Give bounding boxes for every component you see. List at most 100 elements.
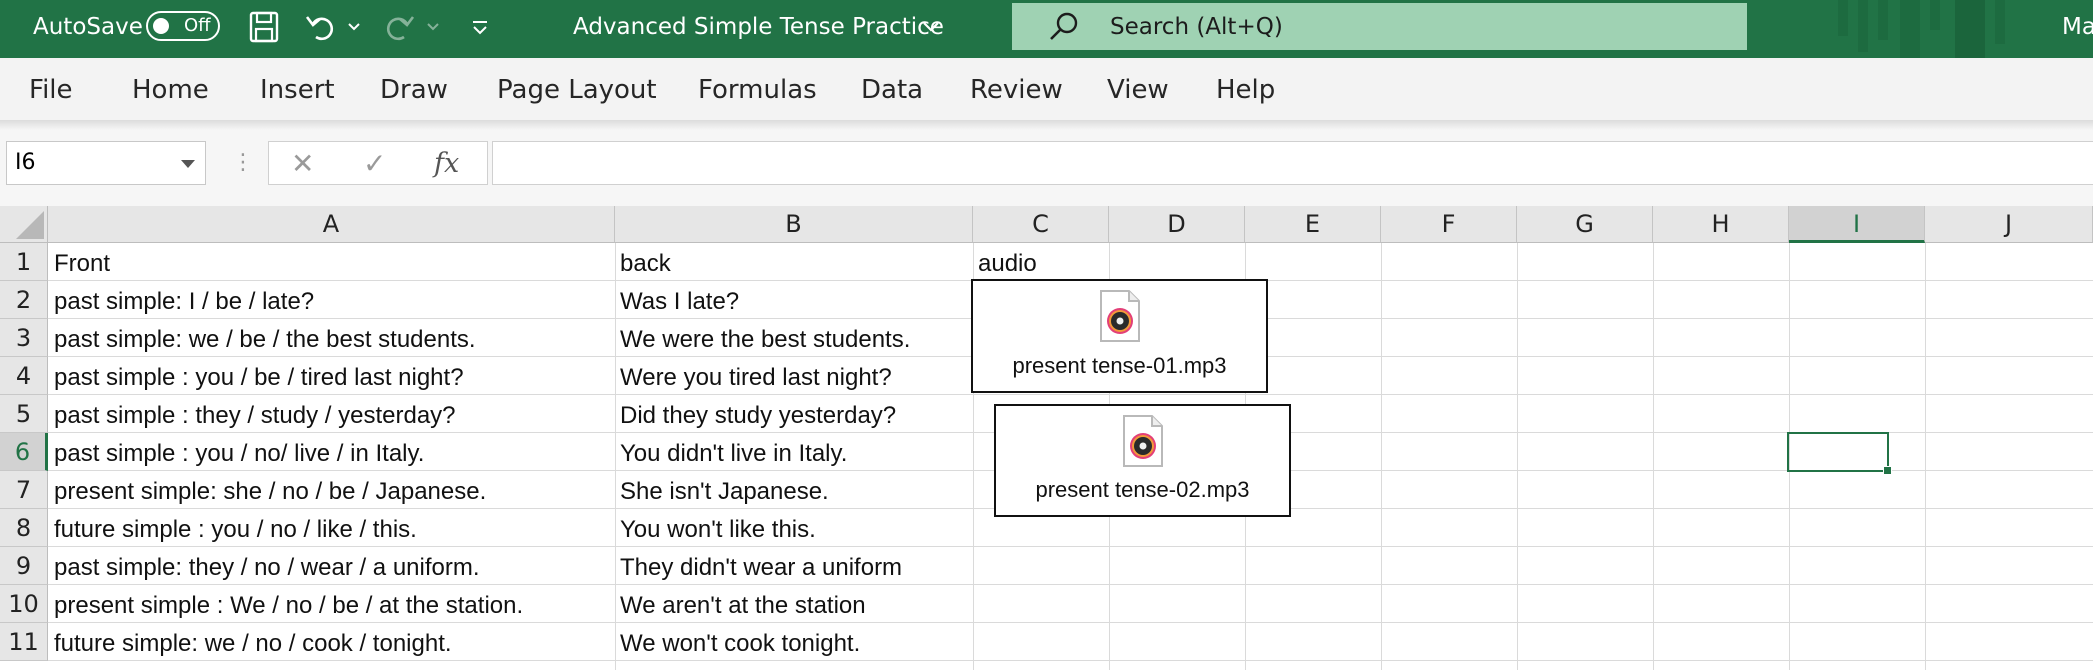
row-header[interactable]: 11 bbox=[0, 623, 48, 661]
corner-triangle-icon bbox=[16, 211, 44, 239]
gridline bbox=[1381, 243, 1382, 670]
autosave-state: Off bbox=[184, 15, 211, 36]
autosave-toggle[interactable]: Off bbox=[146, 11, 220, 41]
tab-data[interactable]: Data bbox=[861, 74, 923, 106]
save-icon[interactable] bbox=[246, 10, 282, 44]
tab-page-layout[interactable]: Page Layout bbox=[497, 74, 657, 106]
column-header-d[interactable]: D bbox=[1109, 206, 1245, 243]
cell-b8[interactable]: You won't like this. bbox=[620, 511, 816, 549]
decor-bar bbox=[1878, 0, 1888, 40]
column-header-f[interactable]: F bbox=[1381, 206, 1517, 243]
user-name[interactable]: Ma bbox=[2062, 13, 2093, 41]
cell-a11[interactable]: future simple: we / no / cook / tonight. bbox=[54, 625, 452, 663]
select-all-corner[interactable] bbox=[0, 206, 48, 243]
column-header-j[interactable]: J bbox=[1925, 206, 2093, 243]
search-placeholder: Search (Alt+Q) bbox=[1110, 14, 1283, 40]
cell-a3[interactable]: past simple: we / be / the best students… bbox=[54, 321, 476, 359]
audio-file-icon bbox=[1122, 415, 1163, 467]
cell-b5[interactable]: Did they study yesterday? bbox=[620, 397, 896, 435]
column-header-i[interactable]: I bbox=[1789, 206, 1925, 243]
cancel-icon[interactable]: ✕ bbox=[291, 149, 314, 179]
row-header[interactable]: 6 bbox=[0, 433, 48, 471]
column-header-e[interactable]: E bbox=[1245, 206, 1381, 243]
cell-a8[interactable]: future simple : you / no / like / this. bbox=[54, 511, 417, 549]
column-header-c[interactable]: C bbox=[973, 206, 1109, 243]
formula-input[interactable] bbox=[492, 141, 2093, 185]
row-header[interactable]: 9 bbox=[0, 547, 48, 585]
undo-dropdown-icon[interactable] bbox=[346, 10, 362, 44]
audio-attachment[interactable]: present tense-01.mp3 bbox=[971, 279, 1268, 393]
tab-insert[interactable]: Insert bbox=[260, 74, 335, 106]
cell-a10[interactable]: present simple : We / no / be / at the s… bbox=[54, 587, 523, 625]
cell-b3[interactable]: We were the best students. bbox=[620, 321, 910, 359]
cell-b4[interactable]: Were you tired last night? bbox=[620, 359, 892, 397]
audio-file-icon bbox=[1099, 290, 1140, 342]
more-options-icon[interactable]: ⋮ bbox=[232, 152, 254, 174]
gridline bbox=[615, 243, 616, 670]
decor-bar bbox=[1955, 0, 1985, 58]
cell-a2[interactable]: past simple: I / be / late? bbox=[54, 283, 314, 321]
cell-b10[interactable]: We aren't at the station bbox=[620, 587, 866, 625]
cell-a6[interactable]: past simple : you / no/ live / in Italy. bbox=[54, 435, 424, 473]
fill-handle[interactable] bbox=[1883, 466, 1892, 475]
decor-bar bbox=[1858, 0, 1868, 52]
gridline bbox=[1925, 243, 1926, 670]
cell-b7[interactable]: She isn't Japanese. bbox=[620, 473, 829, 511]
redo-icon[interactable] bbox=[382, 10, 416, 44]
decor-bar bbox=[1930, 0, 1940, 30]
row-header[interactable]: 4 bbox=[0, 357, 48, 395]
cell-b9[interactable]: They didn't wear a uniform bbox=[620, 549, 902, 587]
search-box[interactable]: Search (Alt+Q) bbox=[1012, 3, 1747, 50]
cell-b1[interactable]: back bbox=[620, 245, 671, 283]
formula-buttons: ✕ ✓ fx bbox=[268, 141, 488, 185]
row-header[interactable]: 10 bbox=[0, 585, 48, 623]
customize-toolbar-icon[interactable] bbox=[468, 10, 492, 44]
tab-review[interactable]: Review bbox=[970, 74, 1063, 106]
cell-a7[interactable]: present simple: she / no / be / Japanese… bbox=[54, 473, 486, 511]
name-box-value: I6 bbox=[15, 150, 36, 175]
name-box-dropdown-icon[interactable] bbox=[181, 160, 195, 168]
cell-b11[interactable]: We won't cook tonight. bbox=[620, 625, 860, 663]
audio-attachment[interactable]: present tense-02.mp3 bbox=[994, 404, 1291, 517]
toggle-knob bbox=[153, 18, 169, 34]
cell-b6[interactable]: You didn't live in Italy. bbox=[620, 435, 847, 473]
row-header[interactable]: 1 bbox=[0, 243, 48, 281]
tab-view[interactable]: View bbox=[1107, 74, 1169, 106]
cell-b2[interactable]: Was I late? bbox=[620, 283, 739, 321]
gridline bbox=[1653, 243, 1654, 670]
row-header[interactable]: 7 bbox=[0, 471, 48, 509]
cell-a1[interactable]: Front bbox=[54, 245, 110, 283]
cell-a4[interactable]: past simple : you / be / tired last nigh… bbox=[54, 359, 464, 397]
row-header[interactable]: 2 bbox=[0, 281, 48, 319]
enter-icon[interactable]: ✓ bbox=[363, 149, 386, 179]
gridline bbox=[1517, 243, 1518, 670]
column-header-h[interactable]: H bbox=[1653, 206, 1789, 243]
decor-bar bbox=[1900, 0, 1920, 58]
active-cell-selection[interactable] bbox=[1787, 432, 1892, 475]
formula-bar-area: I6 ⋮ ✕ ✓ fx bbox=[0, 130, 2093, 206]
cell-a9[interactable]: past simple: they / no / wear / a unifor… bbox=[54, 549, 480, 587]
title-bar: AutoSave Off Advanced Simple Tense Pract… bbox=[0, 0, 2093, 58]
tab-home[interactable]: Home bbox=[132, 74, 209, 106]
title-dropdown-icon[interactable] bbox=[920, 10, 942, 44]
column-header-g[interactable]: G bbox=[1517, 206, 1653, 243]
document-title[interactable]: Advanced Simple Tense Practice bbox=[573, 13, 944, 41]
redo-dropdown-icon[interactable] bbox=[425, 10, 441, 44]
ribbon-shadow bbox=[0, 120, 2093, 130]
column-header-a[interactable]: A bbox=[48, 206, 615, 243]
tab-formulas[interactable]: Formulas bbox=[698, 74, 817, 106]
undo-icon[interactable] bbox=[304, 10, 338, 44]
decor-bar bbox=[1995, 0, 2005, 44]
row-header[interactable]: 3 bbox=[0, 319, 48, 357]
decor-bar bbox=[1838, 0, 1848, 36]
insert-function-icon[interactable]: fx bbox=[434, 149, 459, 179]
tab-draw[interactable]: Draw bbox=[380, 74, 448, 106]
tab-help[interactable]: Help bbox=[1216, 74, 1275, 106]
column-header-b[interactable]: B bbox=[615, 206, 973, 243]
cell-c1[interactable]: audio bbox=[978, 245, 1037, 283]
row-header[interactable]: 5 bbox=[0, 395, 48, 433]
tab-file[interactable]: File bbox=[29, 74, 73, 106]
row-header[interactable]: 8 bbox=[0, 509, 48, 547]
cell-a5[interactable]: past simple : they / study / yesterday? bbox=[54, 397, 456, 435]
name-box[interactable]: I6 bbox=[6, 141, 206, 185]
